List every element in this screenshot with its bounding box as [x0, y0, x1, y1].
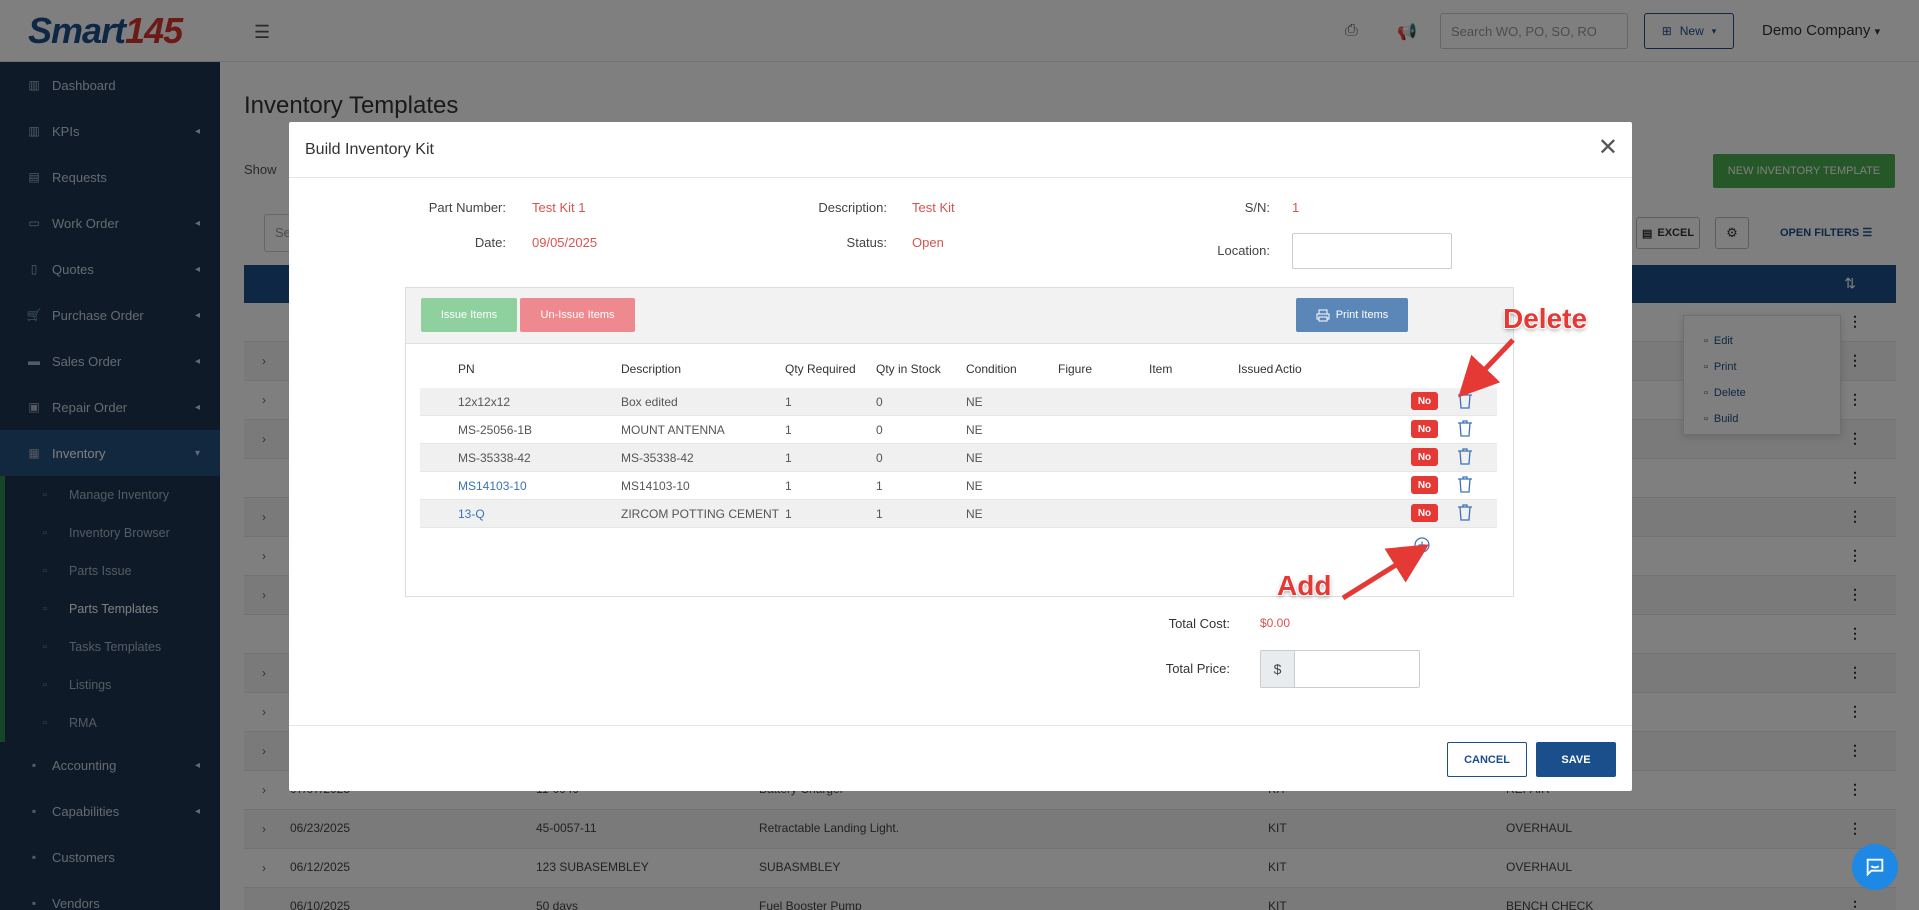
trash-icon[interactable]	[1457, 447, 1473, 468]
add-annotation: Add	[1277, 570, 1332, 601]
modal-title: Build Inventory Kit	[305, 140, 434, 158]
issued-status-badge: No	[1411, 392, 1438, 410]
cell-qty_req: 1	[785, 423, 792, 437]
delete-annotation: Delete	[1503, 303, 1588, 334]
column-header: Qty in Stock	[876, 362, 941, 376]
cell-desc: Box edited	[621, 395, 678, 409]
print-items-label: Print Items	[1335, 309, 1389, 321]
cell-pn: 12x12x12	[458, 395, 511, 409]
trash-icon[interactable]	[1457, 503, 1473, 524]
trash-icon[interactable]	[1457, 419, 1473, 440]
issued-status-badge: No	[1411, 476, 1438, 494]
cell-pn: MS-25056-1B	[458, 423, 533, 437]
cell-desc: ZIRCOM POTTING CEMENT	[621, 507, 779, 521]
cell-qty_req: 1	[785, 479, 792, 493]
issued-status-badge: No	[1411, 504, 1438, 522]
trash-icon[interactable]	[1457, 391, 1473, 412]
kit-item-row: 12x12x12 Box edited 1 0 NE No	[420, 388, 1497, 416]
issued-status-badge: No	[1411, 420, 1438, 438]
column-header: Qty Required	[785, 362, 856, 376]
total-cost-value: $0.00	[1260, 616, 1291, 630]
cell-cond: NE	[966, 395, 983, 409]
date-value: 09/05/2025	[532, 235, 598, 250]
part-number-value: Test Kit 1	[532, 200, 586, 215]
description-value: Test Kit	[912, 200, 955, 215]
column-header: Figure	[1058, 362, 1093, 376]
cell-desc: MOUNT ANTENNA	[621, 423, 725, 437]
cell-pn[interactable]: MS14103-10	[458, 479, 527, 493]
kit-items-panel: Issue Items Un-Issue Items Print Items P…	[405, 287, 1514, 597]
kit-item-row: MS-25056-1B MOUNT ANTENNA 1 0 NE No	[420, 416, 1497, 444]
save-button[interactable]: SAVE	[1536, 742, 1616, 777]
print-items-button[interactable]: Print Items	[1296, 298, 1408, 332]
chat-icon	[1866, 858, 1884, 877]
column-header: PN	[458, 362, 475, 376]
cell-cond: NE	[966, 507, 983, 521]
printer-icon	[1316, 309, 1330, 321]
cell-qty_stock: 1	[876, 507, 883, 521]
modal-footer: CANCEL SAVE	[289, 725, 1632, 791]
cell-qty_req: 1	[785, 507, 792, 521]
cell-qty_req: 1	[785, 451, 792, 465]
description-label: Description:	[818, 200, 887, 215]
cell-qty_stock: 0	[876, 395, 883, 409]
part-number-label: Part Number:	[428, 200, 506, 215]
status-value: Open	[912, 235, 944, 250]
issued-status-badge: No	[1411, 448, 1438, 466]
items-toolbar: Issue Items Un-Issue Items Print Items	[406, 288, 1513, 344]
chat-button[interactable]	[1852, 844, 1898, 890]
cell-cond: NE	[966, 451, 983, 465]
sn-value: 1	[1292, 200, 1300, 215]
cell-desc: MS-35338-42	[621, 451, 694, 465]
cell-pn[interactable]: 13-Q	[458, 507, 485, 521]
modal-header: Build Inventory Kit	[289, 122, 1632, 178]
add-item-circle-icon[interactable]	[1414, 537, 1430, 553]
kit-item-row: MS14103-10 MS14103-10 1 1 NE No	[420, 472, 1497, 500]
cancel-button[interactable]: CANCEL	[1447, 742, 1527, 777]
build-inventory-kit-modal: Build Inventory Kit ✕ Part Number: Test …	[289, 122, 1632, 791]
location-label: Location:	[1217, 243, 1270, 258]
date-label: Date:	[474, 235, 506, 250]
column-header: Issued	[1238, 362, 1274, 376]
status-label: Status:	[846, 235, 887, 250]
issue-items-button[interactable]: Issue Items	[421, 298, 517, 332]
location-input[interactable]	[1292, 233, 1452, 269]
unissue-items-button[interactable]: Un-Issue Items	[520, 298, 635, 332]
total-price-input[interactable]: $	[1260, 650, 1420, 688]
cell-cond: NE	[966, 479, 983, 493]
cell-desc: MS14103-10	[621, 479, 690, 493]
kit-item-row: MS-35338-42 MS-35338-42 1 0 NE No	[420, 444, 1497, 472]
column-header: Condition	[966, 362, 1017, 376]
column-header: Actio	[1275, 362, 1302, 376]
cell-qty_stock: 0	[876, 423, 883, 437]
trash-icon[interactable]	[1457, 475, 1473, 496]
cell-pn: MS-35338-42	[458, 451, 531, 465]
cell-cond: NE	[966, 423, 983, 437]
cell-qty_req: 1	[785, 395, 792, 409]
cell-qty_stock: 0	[876, 451, 883, 465]
column-header: Item	[1149, 362, 1173, 376]
total-price-label: Total Price:	[1165, 661, 1230, 676]
cell-qty_stock: 1	[876, 479, 883, 493]
currency-prefix: $	[1261, 651, 1295, 687]
total-cost-label: Total Cost:	[1168, 616, 1230, 631]
column-header: Description	[621, 362, 682, 376]
kit-item-row: 13-Q ZIRCOM POTTING CEMENT 1 1 NE No	[420, 500, 1497, 528]
close-icon[interactable]: ✕	[1598, 136, 1618, 160]
sn-label: S/N:	[1244, 200, 1270, 215]
